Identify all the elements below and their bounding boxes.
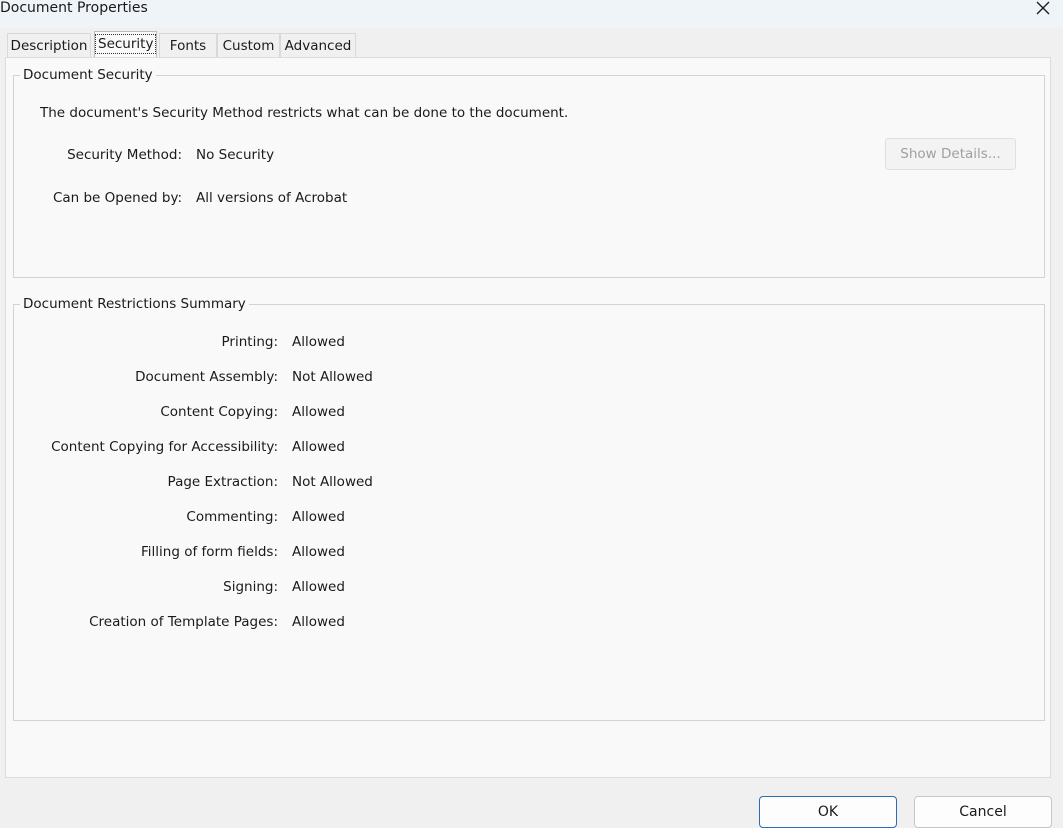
close-button[interactable] xyxy=(1033,0,1053,19)
tab-custom-label: Custom xyxy=(222,38,275,54)
window-title: Document Properties xyxy=(0,0,148,16)
restriction-value-signing: Allowed xyxy=(292,579,345,595)
document-restrictions-legend: Document Restrictions Summary xyxy=(20,295,249,313)
tab-custom[interactable]: Custom xyxy=(217,33,280,57)
restriction-value-content-copying-accessibility: Allowed xyxy=(292,439,345,455)
restriction-value-content-copying: Allowed xyxy=(292,404,345,420)
restriction-label-signing: Signing: xyxy=(223,579,278,595)
document-properties-dialog: Document Properties Description Security… xyxy=(0,0,1063,828)
restriction-label-printing: Printing: xyxy=(221,334,278,350)
restriction-value-printing: Allowed xyxy=(292,334,345,350)
document-security-legend: Document Security xyxy=(20,66,156,84)
tab-security-label: Security xyxy=(95,34,157,54)
ok-button[interactable]: OK xyxy=(759,796,897,828)
restriction-label-creation-template-pages: Creation of Template Pages: xyxy=(89,614,278,630)
restriction-label-commenting: Commenting: xyxy=(186,509,278,525)
restriction-label-filling-form-fields: Filling of form fields: xyxy=(141,544,278,560)
tab-description-label: Description xyxy=(10,38,88,54)
tab-security[interactable]: Security xyxy=(94,31,157,57)
tab-advanced[interactable]: Advanced xyxy=(280,33,356,57)
document-restrictions-group: Document Restrictions Summary Printing: … xyxy=(13,295,1045,721)
cancel-button[interactable]: Cancel xyxy=(914,796,1052,828)
restriction-value-page-extraction: Not Allowed xyxy=(292,474,373,490)
tab-fonts[interactable]: Fonts xyxy=(159,33,217,57)
tab-fonts-label: Fonts xyxy=(169,38,207,54)
restriction-value-commenting: Allowed xyxy=(292,509,345,525)
restriction-value-creation-template-pages: Allowed xyxy=(292,614,345,630)
can-be-opened-label: Can be Opened by: xyxy=(52,190,182,206)
restriction-value-document-assembly: Not Allowed xyxy=(292,369,373,385)
security-method-value: No Security xyxy=(196,147,275,163)
security-intro-text: The document's Security Method restricts… xyxy=(40,105,569,121)
restriction-label-content-copying-accessibility: Content Copying for Accessibility: xyxy=(51,439,278,455)
close-icon xyxy=(1036,1,1050,15)
can-be-opened-value: All versions of Acrobat xyxy=(196,190,348,206)
title-bar: Document Properties xyxy=(0,0,1063,28)
show-details-button[interactable]: Show Details... xyxy=(885,138,1016,170)
tab-content-security: Document Security The document's Securit… xyxy=(5,57,1051,778)
document-security-group: Document Security The document's Securit… xyxy=(13,66,1045,278)
restriction-label-document-assembly: Document Assembly: xyxy=(135,369,278,385)
restriction-label-content-copying: Content Copying: xyxy=(160,404,278,420)
tab-advanced-label: Advanced xyxy=(284,38,352,54)
restriction-value-filling-form-fields: Allowed xyxy=(292,544,345,560)
security-method-label: Security Method: xyxy=(67,147,182,163)
restriction-label-page-extraction: Page Extraction: xyxy=(167,474,278,490)
tab-description[interactable]: Description xyxy=(7,33,91,57)
